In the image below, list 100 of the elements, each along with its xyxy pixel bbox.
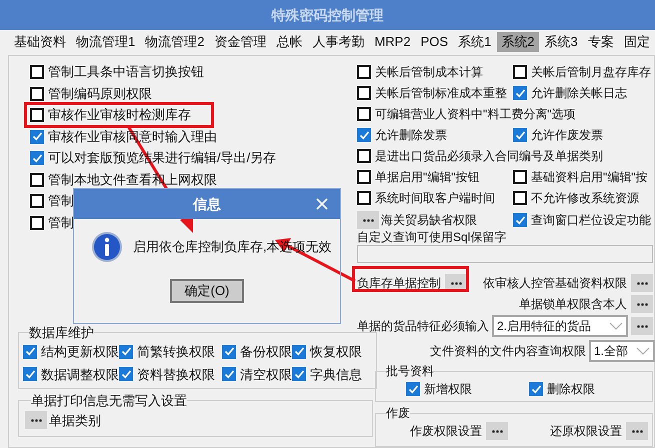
checkbox[interactable] xyxy=(292,344,306,359)
checkbox[interactable] xyxy=(23,344,37,359)
checkbox[interactable] xyxy=(222,344,236,359)
group-title: 单据打印信息无需写入设置 xyxy=(31,392,187,410)
group-title: 数据库维护 xyxy=(29,324,94,342)
option-label: 允许删除发票 xyxy=(375,127,447,143)
ok-button[interactable]: 确定(O) xyxy=(170,279,244,303)
tab[interactable]: 系统2 xyxy=(497,32,539,52)
window-title: 特殊密码控制管理 xyxy=(272,6,384,24)
checkbox[interactable] xyxy=(30,65,44,79)
checkbox[interactable] xyxy=(406,382,420,396)
option-label: 可编辑营业人资料中"料工费分离"选项 xyxy=(375,106,576,122)
ellipsis-icon xyxy=(632,430,642,432)
tab[interactable]: 资金管理 xyxy=(210,32,270,52)
ellipsis-icon xyxy=(450,282,462,284)
checkbox[interactable] xyxy=(357,149,371,163)
option-label: 管制 xyxy=(48,193,74,209)
field-label: 还原权限设置 xyxy=(550,423,622,440)
checkbox[interactable] xyxy=(30,151,44,165)
option-label: 审核作业审核时检测库存 xyxy=(48,107,191,123)
checkbox[interactable] xyxy=(357,107,371,121)
field-label: 单据的货品特征必须输入 xyxy=(357,318,489,335)
field-label: 自定义查询可使用Sql保留字 xyxy=(357,230,506,244)
checkbox[interactable] xyxy=(119,344,133,359)
chevron-down-icon xyxy=(636,347,650,355)
ellipsis-icon xyxy=(636,302,648,306)
tab[interactable]: 固定 xyxy=(620,32,654,52)
chevron-down-icon xyxy=(609,322,623,330)
dropdown[interactable]: 2.启用特征的货品 xyxy=(492,315,628,337)
option-label: 允许删除关帐日志 xyxy=(531,85,627,101)
more-button[interactable] xyxy=(25,411,47,430)
option-label: 关帐后管制月盘存库存 xyxy=(531,64,651,80)
option-label: 删除权限 xyxy=(547,381,595,398)
more-button[interactable] xyxy=(486,422,508,440)
field-label: 单据锁单权限含本人 xyxy=(519,296,627,313)
input-field[interactable] xyxy=(357,245,653,263)
group-title: 作废 xyxy=(386,405,410,422)
checkbox[interactable] xyxy=(513,213,527,227)
checkbox[interactable] xyxy=(30,194,44,208)
more-button[interactable] xyxy=(631,295,653,313)
tab[interactable]: 系统1 xyxy=(454,32,496,52)
dropdown[interactable]: 1.全部 xyxy=(589,340,655,362)
option-label: 系统时间取客户端时间 xyxy=(375,190,495,206)
option-label: 允许作废发票 xyxy=(531,127,603,143)
checkbox[interactable] xyxy=(30,216,44,230)
checkbox[interactable] xyxy=(30,130,44,144)
ellipsis-icon xyxy=(30,418,42,422)
option-label: 简繁转换权限 xyxy=(137,343,215,361)
ellipsis-icon xyxy=(362,218,374,222)
checkbox[interactable] xyxy=(529,382,543,396)
checkbox[interactable] xyxy=(357,191,371,205)
option-label: 管制编码原则权限 xyxy=(48,86,152,102)
close-icon[interactable] xyxy=(316,198,328,210)
more-button[interactable] xyxy=(357,211,379,229)
tab[interactable]: 人事考勤 xyxy=(308,32,368,52)
option-label: 不允许修改系统资源 xyxy=(531,190,639,206)
ellipsis-icon xyxy=(636,324,648,328)
field-label: 负库存单据控制 xyxy=(357,275,441,291)
checkbox[interactable] xyxy=(513,65,527,79)
more-button[interactable] xyxy=(631,317,653,335)
checkbox[interactable] xyxy=(357,170,371,184)
checkbox[interactable] xyxy=(513,191,527,205)
tab[interactable]: POS xyxy=(416,32,452,52)
checkbox[interactable] xyxy=(30,172,44,186)
checkbox[interactable] xyxy=(119,367,133,382)
option-label: 单据类别 xyxy=(49,412,101,430)
option-label: 管制工具条中语言切换按钮 xyxy=(48,64,204,80)
tab[interactable]: 总帐 xyxy=(272,32,306,52)
checkbox[interactable] xyxy=(357,65,371,79)
dialog-title: 信息 xyxy=(193,194,221,214)
group-title: 批号资料 xyxy=(386,363,434,380)
tab[interactable]: 基础资料 xyxy=(10,32,70,52)
ellipsis-icon xyxy=(492,430,502,432)
option-label: 结构更新权限 xyxy=(41,343,119,361)
option-label: 关帐后管制成本计算 xyxy=(375,64,483,80)
checkbox[interactable] xyxy=(222,367,236,382)
option-label: 是进出口货品必须录入合同编号及单据类别 xyxy=(375,148,603,164)
option-label: 恢复权限 xyxy=(310,343,362,361)
checkbox[interactable] xyxy=(513,170,527,184)
option-label: 海关贸易缺省权限 xyxy=(381,212,477,228)
checkbox[interactable] xyxy=(513,86,527,100)
checkbox[interactable] xyxy=(30,86,44,100)
tab[interactable]: 物流管理2 xyxy=(141,32,208,52)
checkbox[interactable] xyxy=(513,128,527,142)
option-label: 查询窗口栏位设定功能 xyxy=(531,212,651,228)
option-label: 数据调整权限 xyxy=(41,366,119,384)
field-label: 作废权限设置 xyxy=(410,423,482,440)
tab[interactable]: MRP2 xyxy=(370,32,415,52)
checkbox[interactable] xyxy=(357,86,371,100)
checkbox[interactable] xyxy=(357,128,371,142)
checkbox[interactable] xyxy=(292,367,306,382)
tab[interactable]: 系统3 xyxy=(540,32,582,52)
tab[interactable]: 物流管理1 xyxy=(72,32,140,52)
ellipsis-icon xyxy=(636,282,648,284)
info-icon xyxy=(91,231,123,263)
more-button[interactable] xyxy=(626,422,648,440)
more-button[interactable] xyxy=(631,274,653,292)
checkbox[interactable] xyxy=(23,367,37,382)
checkbox[interactable] xyxy=(30,108,44,122)
tab[interactable]: 专案 xyxy=(584,32,618,52)
